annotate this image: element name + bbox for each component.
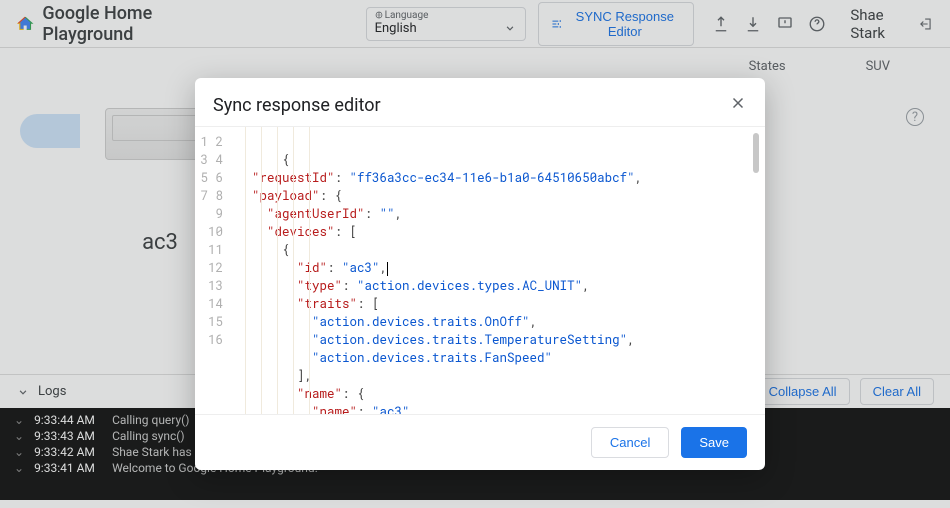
line-gutter: 1 2 3 4 5 6 7 8 9 10 11 12 13 14 15 16 <box>195 127 229 414</box>
modal-title: Sync response editor <box>213 95 381 116</box>
close-icon[interactable] <box>729 94 747 116</box>
code-editor[interactable]: 1 2 3 4 5 6 7 8 9 10 11 12 13 14 15 16 {… <box>195 126 765 415</box>
modal-header: Sync response editor <box>195 78 765 126</box>
modal-footer: Cancel Save <box>195 415 765 470</box>
sync-response-modal: Sync response editor 1 2 3 4 5 6 7 8 9 1… <box>195 78 765 470</box>
code-content[interactable]: { "requestId": "ff36a3cc-ec34-11e6-b1a0-… <box>229 127 650 414</box>
text-cursor <box>387 262 388 276</box>
save-button[interactable]: Save <box>681 427 747 458</box>
cancel-button[interactable]: Cancel <box>591 427 669 458</box>
